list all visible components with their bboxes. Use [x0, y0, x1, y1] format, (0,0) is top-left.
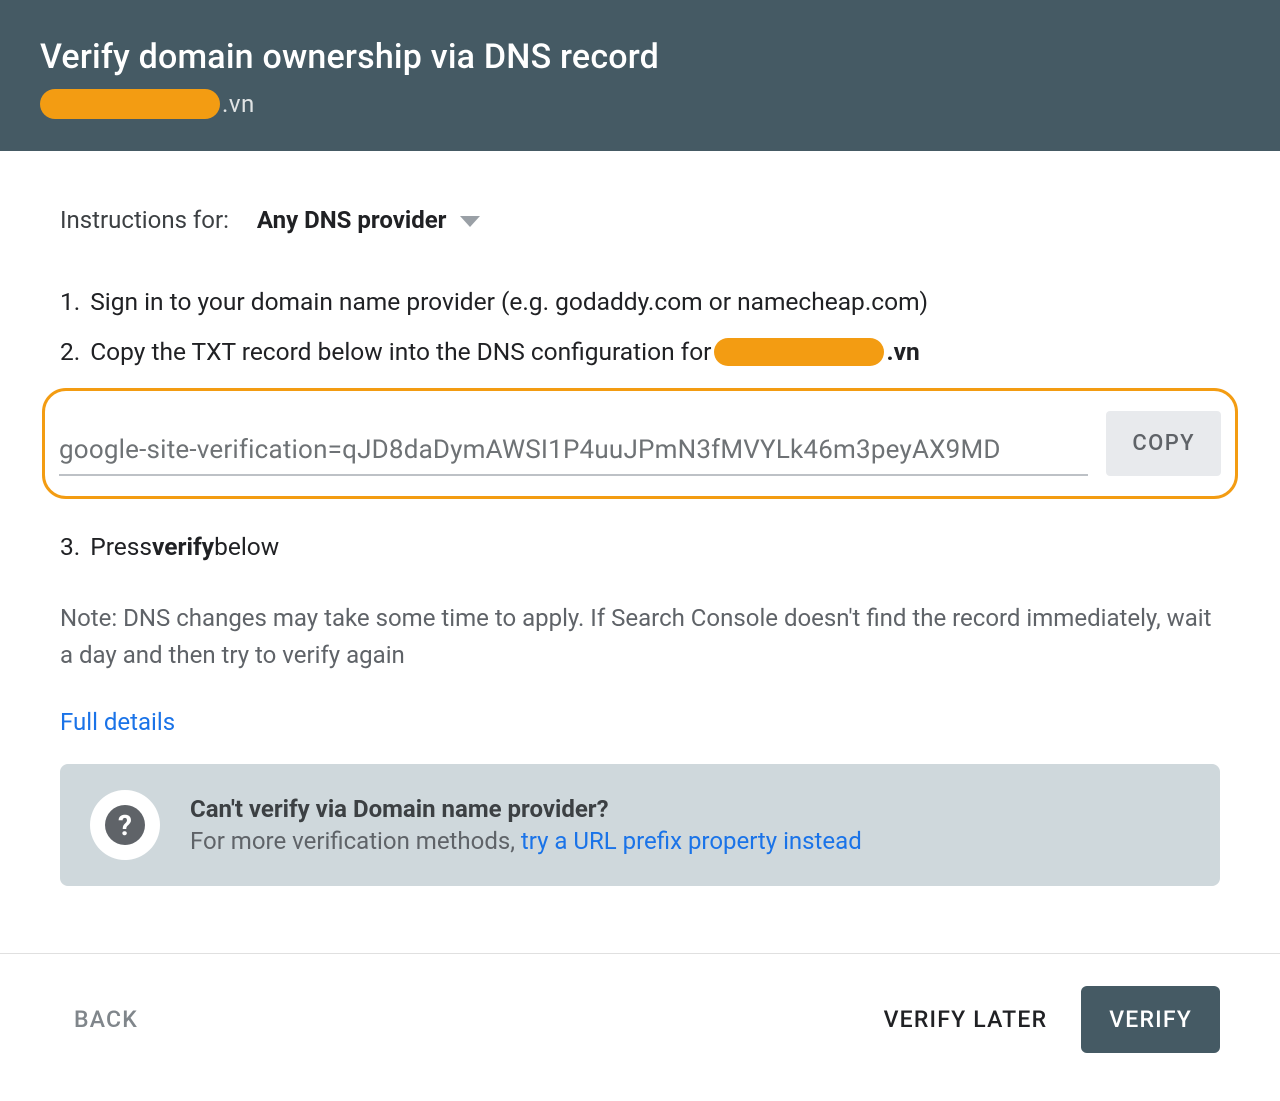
- step-3-number: 3.: [60, 527, 80, 567]
- cant-verify-subtitle: For more verification methods, try a URL…: [190, 827, 862, 855]
- cant-verify-title: Can't verify via Domain name provider?: [190, 795, 862, 823]
- cant-verify-box: ? Can't verify via Domain name provider?…: [60, 764, 1220, 886]
- step-2-domain-suffix: .vn: [886, 332, 919, 372]
- step-3-pre: Press: [90, 527, 152, 567]
- chevron-down-icon: [460, 216, 480, 227]
- header-domain: .vn: [40, 89, 1240, 119]
- dns-provider-selected: Any DNS provider: [257, 206, 447, 234]
- copy-button[interactable]: COPY: [1106, 411, 1221, 476]
- instructions-for-row: Instructions for: Any DNS provider: [60, 206, 1220, 234]
- txt-record-callout: COPY: [42, 388, 1238, 499]
- verify-later-button[interactable]: VERIFY LATER: [870, 988, 1062, 1051]
- instructions-for-label: Instructions for:: [60, 206, 229, 234]
- back-button[interactable]: BACK: [60, 988, 152, 1051]
- dialog-header: Verify domain ownership via DNS record .…: [0, 0, 1280, 151]
- help-icon-circle: ?: [90, 790, 160, 860]
- step-1-text: Sign in to your domain name provider (e.…: [90, 282, 928, 322]
- cant-verify-text: Can't verify via Domain name provider? F…: [190, 795, 862, 855]
- step-1-number: 1.: [60, 282, 80, 322]
- dns-delay-note: Note: DNS changes may take some time to …: [60, 600, 1220, 674]
- step-3-post: below: [214, 527, 279, 567]
- dialog-footer: BACK VERIFY LATER VERIFY: [0, 953, 1280, 1101]
- step-1: 1. Sign in to your domain name provider …: [60, 282, 1220, 322]
- step-3-bold: verify: [152, 527, 214, 567]
- redacted-domain-inline-pill: [714, 338, 884, 366]
- question-icon: ?: [105, 805, 145, 845]
- verify-button[interactable]: VERIFY: [1081, 986, 1220, 1053]
- full-details-link[interactable]: Full details: [60, 708, 175, 736]
- step-2-text: Copy the TXT record below into the DNS c…: [90, 332, 711, 372]
- step-2: 2. Copy the TXT record below into the DN…: [60, 332, 1220, 372]
- dialog-root: Verify domain ownership via DNS record .…: [0, 0, 1280, 1101]
- redacted-domain-pill: [40, 89, 220, 119]
- step-3: 3. Press verify below: [60, 527, 1220, 567]
- url-prefix-link[interactable]: try a URL prefix property instead: [521, 827, 862, 855]
- dialog-title: Verify domain ownership via DNS record: [40, 36, 1240, 79]
- domain-suffix: .vn: [222, 90, 255, 118]
- txt-record-input[interactable]: [59, 426, 1088, 476]
- cant-verify-sub-pre: For more verification methods,: [190, 827, 521, 855]
- dns-provider-dropdown[interactable]: Any DNS provider: [257, 206, 481, 234]
- step-2-number: 2.: [60, 332, 80, 372]
- dialog-body: Instructions for: Any DNS provider 1. Si…: [60, 151, 1220, 954]
